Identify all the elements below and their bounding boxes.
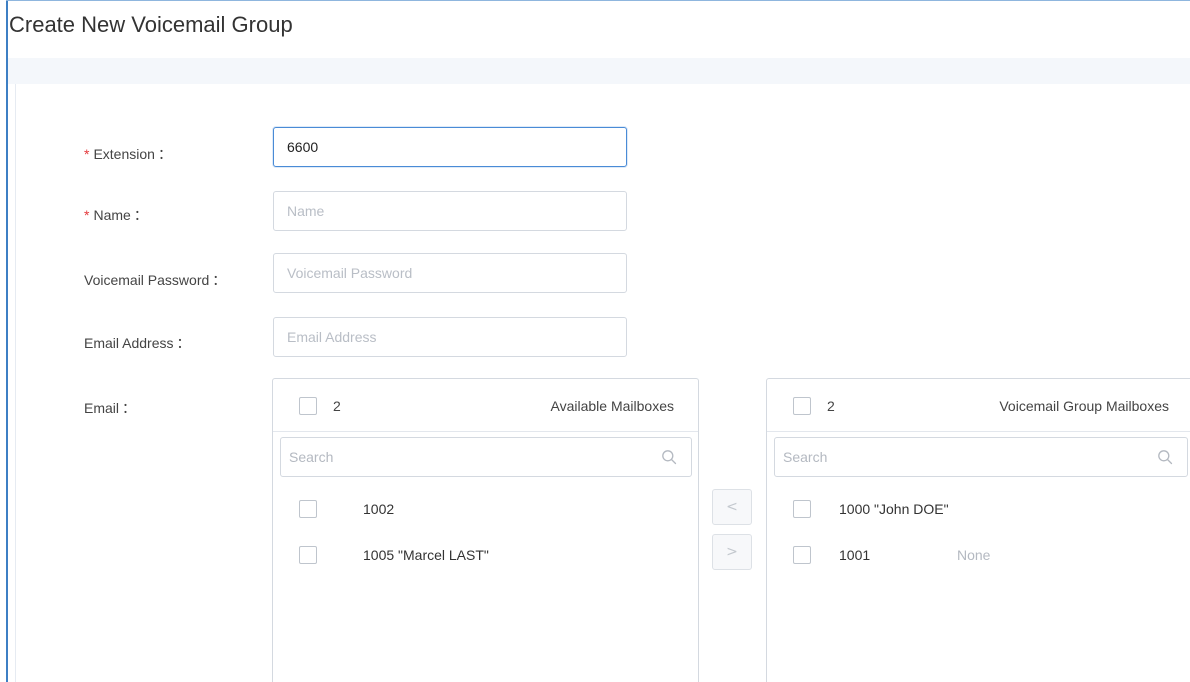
extension-label: * Extension： [84,144,172,164]
group-mailboxes-header: 2 Voicemail Group Mailboxes [767,379,1190,432]
group-select-all-checkbox[interactable] [793,397,811,415]
item-checkbox[interactable] [793,500,811,518]
email-label: Email： [84,398,136,418]
list-item[interactable]: 1001 None [767,540,1190,570]
required-asterisk-icon: * [84,146,90,162]
list-item[interactable]: 1005 "Marcel LAST" [273,540,698,570]
item-checkbox[interactable] [793,546,811,564]
available-search-box [280,437,692,477]
email-label-text: Email [84,400,120,416]
available-mailboxes-title: Available Mailboxes [550,398,674,414]
name-label-text: Name [93,207,131,223]
name-input[interactable] [273,191,627,231]
label-colon: ： [157,146,172,162]
mailbox-label: 1002 [363,501,395,517]
voicemail-password-label-text: Voicemail Password [84,272,210,288]
group-search-input[interactable] [775,438,1187,476]
available-select-all-checkbox[interactable] [299,397,317,415]
item-checkbox[interactable] [299,500,317,518]
window-frame-left [6,0,8,682]
email-address-label-text: Email Address [84,335,174,351]
window-frame-top [6,0,1190,1]
required-asterisk-icon: * [84,207,90,223]
name-label: * Name： [84,205,148,225]
mailbox-label: 1001 [839,547,871,563]
available-count: 2 [333,398,341,414]
mailbox-extra: None [957,547,991,563]
extension-label-text: Extension [93,146,155,162]
label-colon: ： [122,400,137,416]
title-band [8,58,1190,84]
label-colon: ： [133,207,148,223]
available-search-input[interactable] [281,438,691,476]
move-right-button[interactable]: > [712,534,752,570]
item-checkbox[interactable] [299,546,317,564]
search-icon[interactable] [1157,449,1173,465]
group-mailboxes-title: Voicemail Group Mailboxes [999,398,1169,414]
extension-input[interactable] [273,127,627,167]
email-address-label: Email Address： [84,333,190,353]
search-icon[interactable] [661,449,677,465]
group-search-box [774,437,1188,477]
page-title: Create New Voicemail Group [9,12,293,37]
email-address-input[interactable] [273,317,627,357]
move-left-button[interactable]: < [712,489,752,525]
available-mailboxes-header: 2 Available Mailboxes [273,379,698,432]
list-item[interactable]: 1002 [273,494,698,524]
mailbox-label: 1000 "John DOE" [839,501,949,517]
label-colon: ： [212,272,227,288]
mailbox-label: 1005 "Marcel LAST" [363,547,489,563]
list-item[interactable]: 1000 "John DOE" [767,494,1190,524]
voicemail-password-label: Voicemail Password： [84,270,226,290]
group-count: 2 [827,398,835,414]
available-mailboxes-panel: 2 Available Mailboxes 1002 1005 "Marcel … [272,378,699,682]
voicemail-password-input[interactable] [273,253,627,293]
group-mailboxes-panel: 2 Voicemail Group Mailboxes 1000 "John D… [766,378,1190,682]
label-colon: ： [176,335,191,351]
